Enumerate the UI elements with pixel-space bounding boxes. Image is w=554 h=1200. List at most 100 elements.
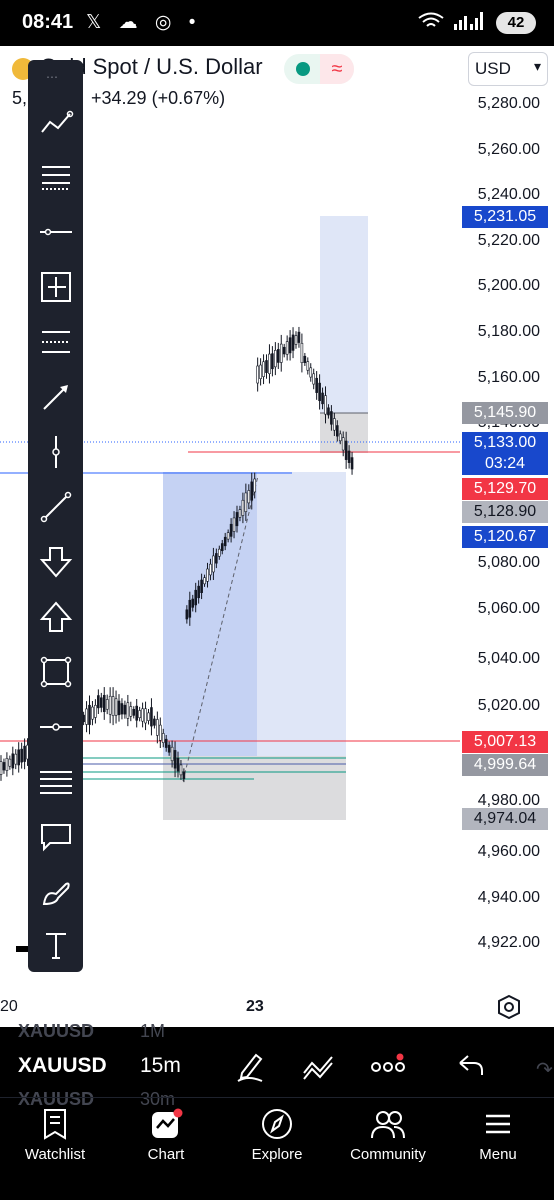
- toolbar-toggle-icon[interactable]: [16, 946, 28, 952]
- price-tick: 5,260.00: [477, 141, 540, 158]
- candle-body: [23, 745, 26, 762]
- candle-body: [256, 365, 259, 384]
- price-tag: 4,999.64: [462, 754, 548, 776]
- nav-chart-label: Chart: [147, 1146, 185, 1163]
- candle-body: [123, 704, 127, 715]
- candle-body: [185, 609, 189, 620]
- chart-settings-icon[interactable]: [496, 994, 522, 1020]
- horizontal-line-tool-icon[interactable]: [36, 212, 76, 252]
- candle-body: [88, 704, 91, 725]
- candle-body: [220, 543, 224, 552]
- price-tag: 5,133.00: [462, 432, 548, 454]
- undo-icon[interactable]: [456, 1053, 486, 1079]
- candle-body: [164, 738, 168, 748]
- fib-retracement-tool-icon[interactable]: [36, 157, 76, 197]
- position-target-zone[interactable]: [320, 216, 368, 413]
- candle-body: [226, 532, 230, 540]
- callout-tool-icon[interactable]: [36, 817, 76, 857]
- price-tick: 5,060.00: [477, 600, 540, 617]
- candle-body: [241, 499, 245, 516]
- candle-body: [120, 703, 124, 715]
- nav-community[interactable]: Community: [338, 1108, 438, 1163]
- candle-body: [291, 334, 295, 351]
- candle-body: [105, 699, 109, 710]
- candle-body: [321, 392, 324, 405]
- candle-body: [8, 758, 12, 767]
- market-status-pill[interactable]: ≈: [284, 54, 354, 84]
- parallel-channel-tool-icon[interactable]: [36, 762, 76, 802]
- candle-body: [244, 492, 248, 512]
- candle-body: [341, 437, 345, 451]
- vertical-line-tool-icon[interactable]: [36, 432, 76, 472]
- candle-body: [282, 346, 286, 355]
- candle-body: [333, 418, 336, 431]
- price-tick: 5,080.00: [477, 554, 540, 571]
- rectangle-tool-icon[interactable]: [36, 652, 76, 692]
- price-tick: 5,020.00: [477, 697, 540, 714]
- nav-menu[interactable]: Menu: [448, 1108, 548, 1163]
- draw-pen-icon[interactable]: [234, 1049, 268, 1083]
- candle-body: [288, 337, 292, 354]
- candle-body: [247, 490, 251, 504]
- price-tag: 5,231.05: [462, 206, 548, 228]
- indicators-icon[interactable]: [300, 1049, 338, 1083]
- trend-line-tool-icon[interactable]: [36, 102, 76, 142]
- long-position-stop-zone[interactable]: [163, 756, 346, 820]
- interval-button[interactable]: 15m: [140, 1054, 181, 1078]
- candle-body: [194, 589, 197, 606]
- candle-body: [253, 478, 256, 493]
- arrow-up-tool-icon[interactable]: [36, 597, 76, 637]
- candle-body: [250, 481, 254, 501]
- nav-menu-label: Menu: [479, 1146, 517, 1163]
- community-icon: [371, 1111, 405, 1139]
- nav-watchlist[interactable]: Watchlist: [5, 1108, 105, 1163]
- price-tick: 4,922.00: [477, 934, 540, 951]
- candle-body: [279, 343, 283, 363]
- candle-body: [218, 548, 221, 557]
- candle-body: [11, 753, 15, 769]
- wifi-icon: [417, 12, 444, 27]
- menu-icon: [486, 1114, 510, 1134]
- candle-body: [203, 577, 206, 585]
- symbol-button[interactable]: XAUUSD: [18, 1054, 107, 1078]
- arrow-tool-icon[interactable]: [36, 377, 76, 417]
- nav-explore[interactable]: Explore: [227, 1108, 327, 1163]
- long-position-tool-icon[interactable]: [36, 267, 76, 307]
- candle-body: [276, 349, 280, 363]
- candle-body: [294, 335, 298, 345]
- candle-body: [330, 411, 333, 425]
- candle-body: [200, 579, 203, 594]
- candle-body: [150, 707, 153, 727]
- price-tick: 4,940.00: [477, 889, 540, 906]
- time-label-23: 23: [246, 998, 264, 1015]
- nav-chart[interactable]: Chart: [116, 1108, 216, 1163]
- price-tick: 5,200.00: [477, 277, 540, 294]
- arrow-down-tool-icon[interactable]: [36, 542, 76, 582]
- drag-handle-icon[interactable]: ⋯: [46, 70, 60, 84]
- nav-watchlist-label: Watchlist: [24, 1146, 86, 1163]
- candle-body: [235, 512, 239, 527]
- candle-body: [206, 568, 209, 582]
- candle-body: [111, 696, 115, 716]
- divider: [0, 1097, 554, 1098]
- candle-body: [141, 708, 144, 722]
- status-bar: 08:41 𝕏 ☁ ◎ • 42: [0, 0, 554, 46]
- chevron-down-icon: ▾: [533, 58, 541, 74]
- candle-body: [97, 695, 100, 709]
- currency-select[interactable]: USD ▾: [468, 52, 548, 86]
- brush-tool-icon[interactable]: [36, 872, 76, 912]
- price-tag: 5,129.70: [462, 478, 548, 500]
- more-options-icon[interactable]: [370, 1053, 406, 1077]
- pitchfork-tool-icon[interactable]: [36, 322, 76, 362]
- candle-body: [17, 749, 21, 766]
- candle-body: [268, 353, 271, 375]
- candle-body: [173, 750, 177, 769]
- horizontal-ray-tool-icon[interactable]: [36, 707, 76, 747]
- text-tool-icon[interactable]: [36, 926, 76, 966]
- candle-body: [100, 697, 103, 708]
- candle-body: [0, 761, 3, 775]
- battery-indicator: 42: [496, 12, 536, 34]
- ray-tool-icon[interactable]: [36, 487, 76, 527]
- redo-icon[interactable]: ↷: [536, 1057, 553, 1082]
- candle-body: [144, 708, 147, 724]
